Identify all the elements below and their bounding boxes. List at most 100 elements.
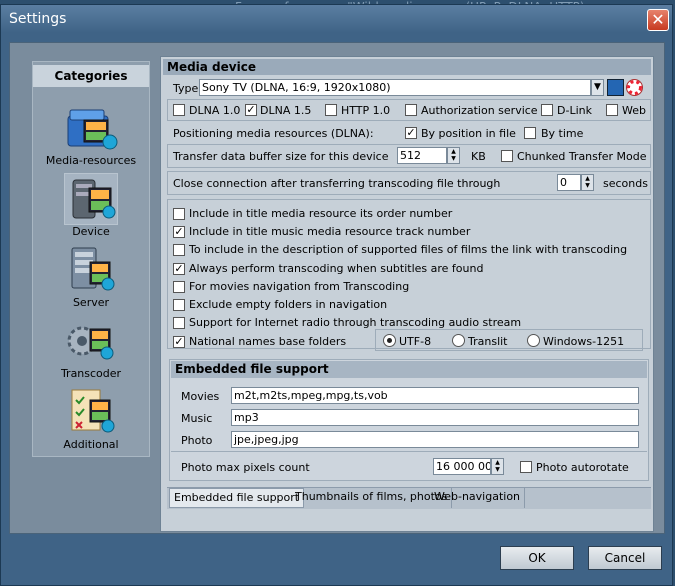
option-checkbox[interactable] bbox=[173, 317, 185, 329]
dlink-label: D-Link bbox=[557, 104, 592, 117]
chunked-label: Chunked Transfer Mode bbox=[517, 150, 647, 163]
dlna15-label: DLNA 1.5 bbox=[260, 104, 312, 117]
embedded-header: Embedded file support bbox=[171, 361, 647, 378]
title-bar[interactable]: Settings ✕ bbox=[1, 5, 672, 33]
buffer-label: Transfer data buffer size for this devic… bbox=[173, 150, 389, 163]
close-connection-spinner[interactable]: ▲ ▼ bbox=[581, 174, 594, 191]
category-transcoder[interactable]: Transcoder bbox=[33, 315, 149, 383]
close-connection-value: 0 bbox=[560, 176, 567, 189]
category-label: Transcoder bbox=[60, 367, 122, 380]
cancel-button[interactable]: Cancel bbox=[588, 546, 662, 570]
option-checkbox[interactable] bbox=[173, 281, 185, 293]
type-label: Type bbox=[173, 82, 199, 95]
buffer-unit: KB bbox=[471, 150, 486, 163]
option-checkbox[interactable] bbox=[173, 208, 185, 220]
window-title: Settings bbox=[9, 11, 67, 27]
lifebuoy-icon[interactable] bbox=[626, 79, 643, 96]
tab-label: Thumbnails of films, photos bbox=[295, 490, 448, 503]
categories-title: Categories bbox=[33, 65, 149, 87]
chunked-checkbox[interactable] bbox=[501, 150, 513, 162]
web-label: Web bbox=[622, 104, 646, 117]
device-type-select[interactable]: Sony TV (DLNA, 16:9, 1920x1080) bbox=[199, 79, 591, 96]
max-pixels-value: 16 000 000 bbox=[436, 460, 490, 473]
photo-label: Photo bbox=[181, 434, 213, 447]
close-connection-input[interactable]: 0 bbox=[557, 174, 581, 191]
web-checkbox[interactable] bbox=[606, 104, 618, 116]
category-label: Additional bbox=[63, 438, 119, 451]
settings-window: Settings ✕ Categories Media-resources De… bbox=[0, 4, 673, 586]
category-device[interactable]: Device bbox=[33, 173, 149, 241]
option-checkbox[interactable] bbox=[173, 244, 185, 256]
category-label: Device bbox=[72, 225, 110, 238]
utf8-radio[interactable] bbox=[383, 334, 396, 347]
ok-button[interactable]: OK bbox=[500, 546, 574, 570]
option-label: National names base folders bbox=[189, 335, 347, 348]
divider bbox=[171, 451, 647, 452]
http10-checkbox[interactable] bbox=[325, 104, 337, 116]
server-icon bbox=[64, 244, 118, 296]
category-label: Server bbox=[72, 296, 110, 309]
translit-radio[interactable] bbox=[452, 334, 465, 347]
by-time-label: By time bbox=[541, 127, 584, 140]
buffer-size-input[interactable]: 512 bbox=[397, 147, 447, 164]
positioning-label: Positioning media resources (DLNA): bbox=[173, 127, 374, 140]
tab-bar: Embedded file support Thumbnails of film… bbox=[167, 487, 651, 509]
by-position-checkbox[interactable]: ✓ bbox=[405, 127, 417, 139]
save-icon[interactable] bbox=[607, 79, 624, 96]
dlink-checkbox[interactable] bbox=[541, 104, 553, 116]
max-pixels-input[interactable]: 16 000 000 bbox=[433, 458, 491, 475]
option-label: Support for Internet radio through trans… bbox=[189, 316, 522, 329]
translit-label: Translit bbox=[468, 335, 508, 348]
dlna15-checkbox[interactable]: ✓ bbox=[245, 104, 257, 116]
music-label: Music bbox=[181, 412, 213, 425]
option-label: Exclude empty folders in navigation bbox=[189, 298, 388, 311]
music-value: mp3 bbox=[234, 411, 259, 424]
category-label: Media-resources bbox=[45, 154, 137, 167]
category-server[interactable]: Server bbox=[33, 244, 149, 312]
close-button[interactable]: ✕ bbox=[647, 9, 669, 31]
by-time-checkbox[interactable] bbox=[524, 127, 536, 139]
device-type-value: Sony TV (DLNA, 16:9, 1920x1080) bbox=[202, 81, 391, 94]
tab-label: Embedded file support bbox=[174, 491, 300, 504]
option-checkbox[interactable] bbox=[173, 299, 185, 311]
movies-input[interactable]: m2t,m2ts,mpeg,mpg,ts,vob bbox=[231, 387, 639, 404]
photo-value: jpe,jpeg,jpg bbox=[234, 433, 299, 446]
max-pixels-spinner[interactable]: ▲ ▼ bbox=[491, 458, 504, 475]
dlna10-checkbox[interactable] bbox=[173, 104, 185, 116]
authorization-service-label: Authorization service bbox=[421, 104, 538, 117]
option-label: To include in the description of support… bbox=[189, 243, 628, 256]
movies-value: m2t,m2ts,mpeg,mpg,ts,vob bbox=[234, 389, 388, 402]
category-additional[interactable]: Additional bbox=[33, 386, 149, 454]
tab-embedded-file-support[interactable]: Embedded file support bbox=[169, 488, 305, 508]
category-media-resources[interactable]: Media-resources bbox=[33, 102, 149, 170]
settings-panel: Media device Type Sony TV (DLNA, 16:9, 1… bbox=[160, 56, 654, 532]
windows1251-radio[interactable] bbox=[527, 334, 540, 347]
tab-label: Web-navigation bbox=[434, 490, 521, 503]
movies-label: Movies bbox=[181, 390, 220, 403]
photo-autorotate-checkbox[interactable] bbox=[520, 461, 532, 473]
close-connection-label: Close connection after transferring tran… bbox=[173, 177, 501, 190]
option-label: Include in title music media resource tr… bbox=[189, 225, 471, 238]
categories-sidebar: Categories Media-resources Device Server… bbox=[32, 61, 150, 457]
option-label: For movies navigation from Transcoding bbox=[189, 280, 410, 293]
music-input[interactable]: mp3 bbox=[231, 409, 639, 426]
buffer-spinner[interactable]: ▲ ▼ bbox=[447, 147, 460, 164]
option-checkbox[interactable]: ✓ bbox=[173, 336, 185, 348]
by-position-label: By position in file bbox=[421, 127, 516, 140]
gears-icon bbox=[64, 315, 118, 367]
checklist-icon bbox=[64, 386, 118, 438]
photo-input[interactable]: jpe,jpeg,jpg bbox=[231, 431, 639, 448]
utf8-label: UTF-8 bbox=[399, 335, 432, 348]
close-connection-unit: seconds bbox=[603, 177, 648, 190]
option-checkbox[interactable]: ✓ bbox=[173, 226, 185, 238]
dialog-body: Categories Media-resources Device Server… bbox=[9, 42, 665, 534]
authorization-service-checkbox[interactable] bbox=[405, 104, 417, 116]
option-label: Include in title media resource its orde… bbox=[189, 207, 453, 220]
dlna10-label: DLNA 1.0 bbox=[189, 104, 241, 117]
tab-web-navigation[interactable]: Web-navigation bbox=[430, 488, 526, 508]
option-checkbox[interactable]: ✓ bbox=[173, 263, 185, 275]
option-label: Always perform transcoding when subtitle… bbox=[189, 262, 484, 275]
tab-thumbnails[interactable]: Thumbnails of films, photos bbox=[291, 488, 453, 508]
chevron-down-icon[interactable]: ▼ bbox=[591, 79, 604, 96]
http10-label: HTTP 1.0 bbox=[341, 104, 391, 117]
